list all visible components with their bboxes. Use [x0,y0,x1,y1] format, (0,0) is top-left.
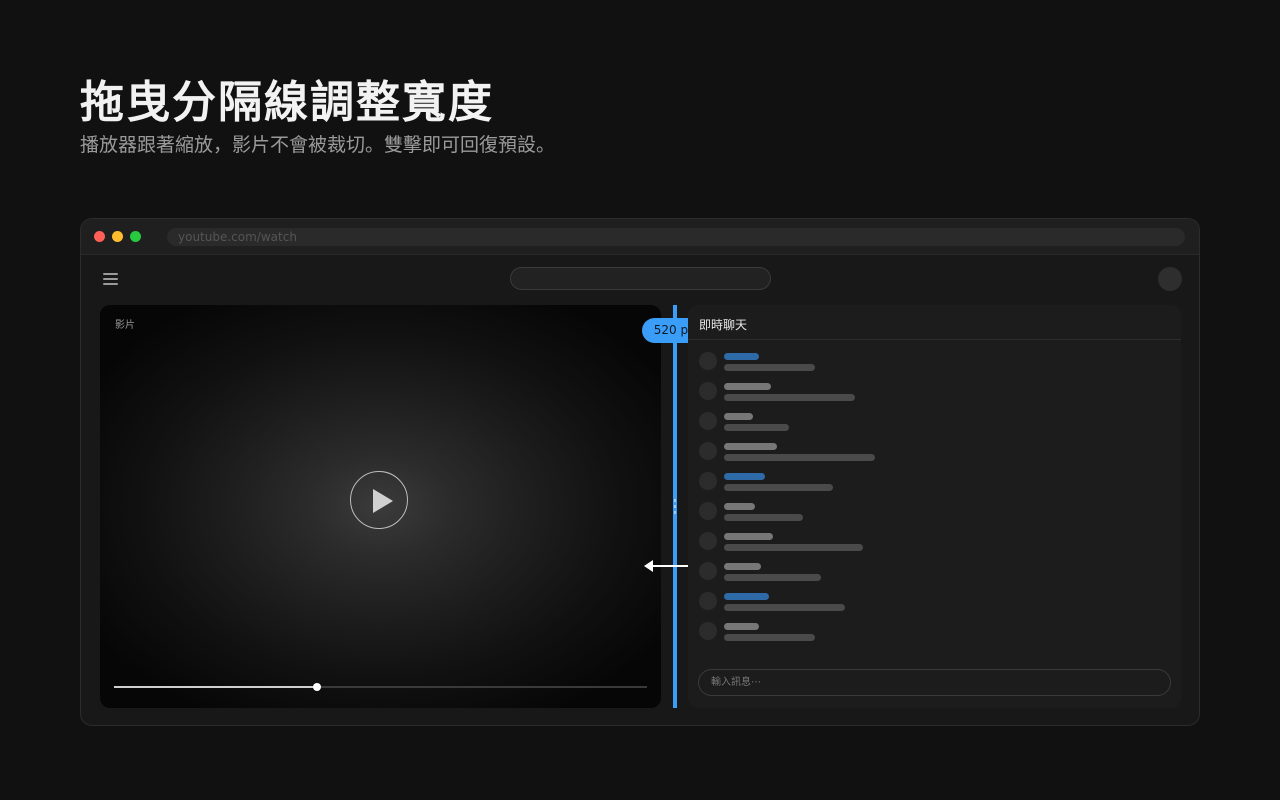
page-subtitle: 播放器跟著縮放，影片不會被裁切。雙擊即可回復預設。 [80,134,556,156]
chat-message [699,472,1099,494]
progress-bar[interactable] [114,683,647,691]
chat-avatar [699,472,717,490]
chat-avatar [699,382,717,400]
minimize-window-button[interactable] [112,231,123,242]
hamburger-menu-icon[interactable] [103,273,118,285]
chat-message [699,562,1099,584]
chat-text [724,484,833,491]
page-title: 拖曳分隔線調整寬度 [80,77,494,128]
chat-avatar [699,502,717,520]
chat-text [724,544,863,551]
chat-panel: 即時聊天 輸入訊息⋯ [688,305,1181,708]
chat-avatar [699,592,717,610]
maximize-window-button[interactable] [130,231,141,242]
chat-message [699,622,1099,644]
resize-divider[interactable] [673,305,677,708]
chat-avatar [699,412,717,430]
chat-message [699,412,1099,434]
chat-message [699,502,1099,524]
chat-author [724,443,777,450]
chat-message [699,352,1099,374]
play-icon [373,489,393,513]
browser-titlebar: youtube.com/watch [81,219,1199,255]
chat-avatar [699,562,717,580]
chat-text [724,514,803,521]
chat-message [699,382,1099,404]
divider-grip-icon [674,499,676,517]
chat-author [724,503,755,510]
chat-message [699,442,1099,464]
chat-text [724,424,789,431]
video-player[interactable]: 影片 [100,305,661,708]
chat-author [724,383,771,390]
chat-message [699,592,1099,614]
chat-author [724,563,761,570]
app-header [81,255,1199,305]
chat-author [724,353,759,360]
chat-text [724,604,845,611]
chat-avatar [699,532,717,550]
chat-text [724,394,855,401]
address-bar[interactable]: youtube.com/watch [167,228,1185,246]
chat-author [724,413,753,420]
chat-text [724,574,821,581]
video-label: 影片 [115,320,135,331]
chat-author [724,473,765,480]
chat-author [724,593,769,600]
search-input[interactable] [510,267,771,290]
chat-avatar [699,622,717,640]
chat-header: 即時聊天 [688,305,1181,340]
progress-handle[interactable] [312,683,321,691]
play-button[interactable] [350,471,408,529]
chat-avatar [699,352,717,370]
chat-text [724,634,815,641]
chat-text [724,364,815,371]
chat-avatar [699,442,717,460]
chat-text [724,454,875,461]
avatar[interactable] [1158,267,1182,291]
chat-message-input[interactable]: 輸入訊息⋯ [698,669,1171,696]
browser-window: youtube.com/watch 影片 520 px 即時聊天 輸入訊息⋯ [80,218,1200,726]
progress-fill [114,686,317,688]
chat-author [724,533,773,540]
chat-message [699,532,1099,554]
chat-title: 即時聊天 [699,318,748,332]
close-window-button[interactable] [94,231,105,242]
chat-author [724,623,759,630]
